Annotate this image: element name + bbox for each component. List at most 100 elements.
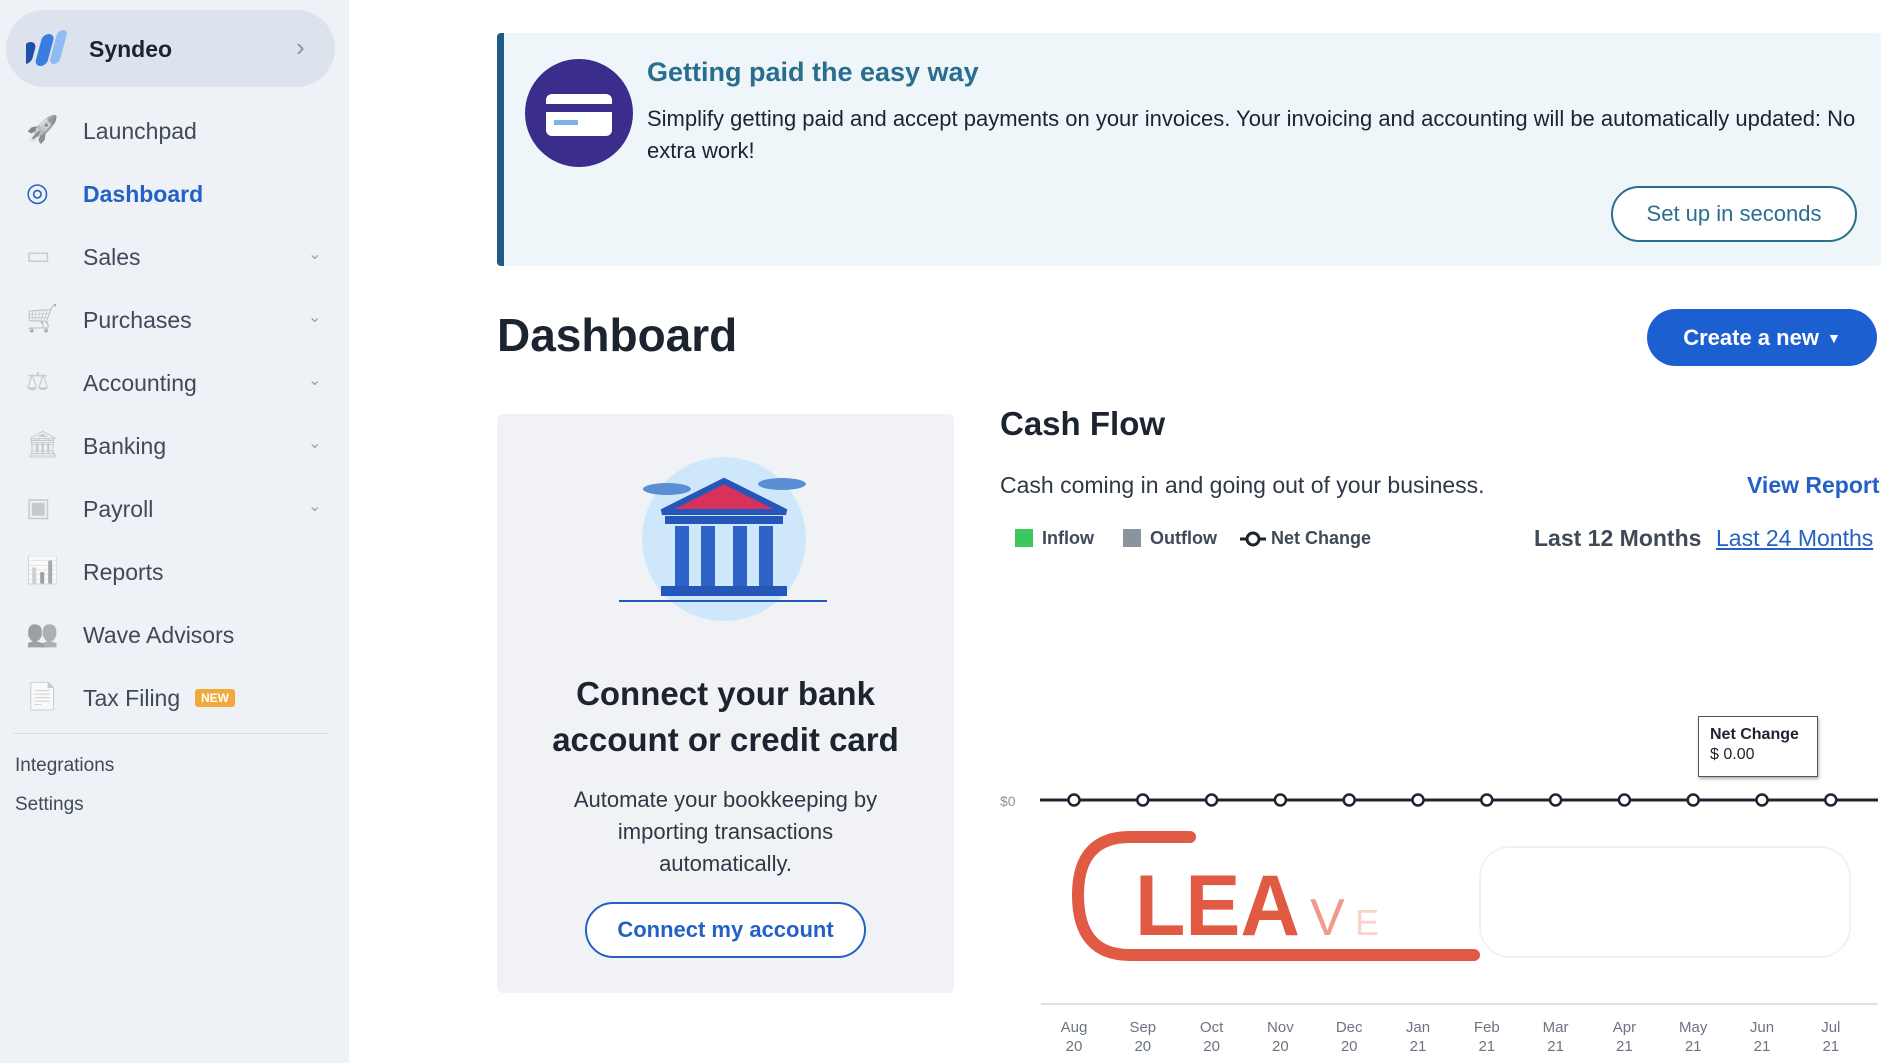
chevron-down-icon: ⌄ — [308, 435, 322, 452]
y-tick-label: $0 — [1000, 793, 1016, 809]
sidebar-link-settings[interactable]: Settings — [15, 794, 84, 816]
id-card-icon: ▣ — [26, 492, 51, 522]
new-badge: NEW — [195, 689, 235, 707]
sidebar-item-label: Tax Filing — [83, 685, 181, 711]
net-change-legend-icon — [1240, 531, 1266, 547]
sidebar-item-purchases[interactable]: 🛒 Purchases ⌄ — [0, 295, 349, 345]
chevron-down-icon: ⌄ — [308, 372, 322, 389]
x-tick-label: 21 — [1410, 1038, 1427, 1055]
create-new-label: Create a new — [1683, 324, 1819, 350]
leave-overlay-logo: LEA V E — [1071, 831, 1851, 961]
x-tick-label: 20 — [1134, 1038, 1151, 1055]
credit-card-icon: ▭ — [26, 240, 51, 270]
tax-document-icon: 📄 — [26, 681, 59, 711]
rocket-icon: 🚀 — [26, 114, 59, 144]
x-tick-label: Jan — [1406, 1019, 1430, 1036]
business-name: Syndeo — [89, 36, 173, 62]
connect-account-button[interactable]: Connect my account — [585, 902, 866, 958]
cash-flow-title: Cash Flow — [1000, 405, 1166, 442]
net-change-point — [1273, 793, 1288, 807]
sidebar-item-launchpad[interactable]: 🚀 Launchpad — [0, 106, 349, 156]
svg-text:V: V — [1310, 889, 1345, 947]
net-change-point — [1342, 793, 1356, 807]
x-tick-label: 21 — [1822, 1038, 1839, 1055]
bank-illustration-icon — [619, 457, 827, 621]
sidebar-item-payroll[interactable]: ▣ Payroll ⌄ — [0, 484, 349, 534]
chevron-down-icon: ⌄ — [308, 498, 322, 515]
set-up-button[interactable]: Set up in seconds — [1611, 186, 1857, 242]
sidebar-link-integrations[interactable]: Integrations — [15, 755, 114, 777]
x-tick-label: May — [1679, 1019, 1708, 1036]
sidebar-item-label: Launchpad — [83, 118, 197, 144]
sidebar-item-label: Reports — [83, 559, 164, 585]
banner-title: Getting paid the easy way — [647, 57, 979, 87]
x-tick-label: 21 — [1547, 1038, 1564, 1055]
net-change-point — [1686, 793, 1700, 807]
connect-bank-card: Connect your bank account or credit card… — [497, 414, 954, 993]
dashboard-gauge-icon: ◎ — [26, 177, 49, 207]
net-change-point — [1548, 793, 1563, 807]
connect-bank-description: Automate your bookkeeping by importing t… — [573, 787, 878, 876]
legend-net-change[interactable]: Net Change — [1271, 528, 1371, 549]
net-change-point — [1617, 793, 1632, 807]
net-change-point — [1204, 793, 1219, 807]
sidebar-item-reports[interactable]: 📊 Reports — [0, 547, 349, 597]
divider — [14, 733, 328, 734]
wave-logo-icon — [26, 30, 67, 66]
sidebar-item-accounting[interactable]: ⚖ Accounting ⌄ — [0, 358, 349, 408]
x-tick-label: 21 — [1478, 1038, 1495, 1055]
x-tick-label: 21 — [1754, 1038, 1771, 1055]
x-tick-label: Dec — [1336, 1019, 1363, 1036]
x-tick-label: Oct — [1200, 1019, 1224, 1036]
caret-down-icon: ▼ — [1826, 329, 1841, 346]
x-tick-label: 20 — [1203, 1038, 1220, 1055]
sidebar-item-sales[interactable]: ▭ Sales ⌄ — [0, 232, 349, 282]
cart-icon: 🛒 — [26, 303, 59, 333]
net-change-point — [1136, 793, 1150, 807]
connect-bank-title: Connect your bank account or credit card — [552, 675, 899, 758]
credit-card-icon — [525, 59, 633, 167]
legend-inflow[interactable]: Inflow — [1042, 528, 1094, 549]
people-icon: 👥 — [26, 618, 59, 648]
x-tick-label: Sep — [1129, 1019, 1156, 1036]
sidebar-item-label: Dashboard — [83, 181, 204, 207]
create-new-button[interactable]: Create a new ▼ — [1647, 309, 1877, 366]
sidebar-item-label: Payroll — [83, 496, 154, 522]
net-change-point — [1824, 793, 1838, 807]
sidebar: Syndeo › 🚀 Launchpad ◎ Dashboard ▭ Sales ⌄ 🛒 Pur… — [0, 0, 349, 1063]
legend-outflow[interactable]: Outflow — [1150, 528, 1217, 549]
tooltip-label: Net Change — [1710, 726, 1799, 743]
range-last-12-months[interactable]: Last 12 Months — [1534, 525, 1701, 552]
x-tick-label: Apr — [1613, 1019, 1636, 1036]
business-switcher[interactable]: Syndeo › — [6, 10, 335, 87]
promo-banner: Getting paid the easy way Simplify getti… — [497, 33, 1881, 266]
sidebar-item-wave-advisors[interactable]: 👥 Wave Advisors — [0, 610, 349, 660]
range-last-24-months[interactable]: Last 24 Months — [1716, 525, 1873, 552]
bank-icon: 🏛 — [26, 429, 60, 459]
banner-body: Simplify getting paid and accept payment… — [647, 106, 1856, 163]
sidebar-item-banking[interactable]: 🏛 Banking ⌄ — [0, 421, 349, 471]
bar-chart-icon: 📊 — [26, 555, 59, 585]
sidebar-item-tax-filing[interactable]: 📄 Tax Filing NEW — [0, 673, 349, 723]
chevron-down-icon: ⌄ — [308, 309, 322, 326]
x-tick-label: 20 — [1272, 1038, 1289, 1055]
x-tick-label: 21 — [1616, 1038, 1633, 1055]
cash-flow-subtitle: Cash coming in and going out of your bus… — [1000, 472, 1485, 498]
x-tick-label: Mar — [1543, 1019, 1569, 1036]
net-change-point — [1067, 793, 1081, 807]
net-change-point — [1480, 793, 1494, 807]
x-tick-label: Feb — [1474, 1019, 1500, 1036]
sidebar-item-label: Sales — [83, 244, 141, 270]
sidebar-item-label: Wave Advisors — [83, 622, 235, 648]
sidebar-item-dashboard[interactable]: ◎ Dashboard — [0, 169, 349, 219]
x-tick-label: 21 — [1685, 1038, 1702, 1055]
view-report-link[interactable]: View Report — [1747, 472, 1880, 499]
chart-tooltip: Net Change $ 0.00 — [1698, 716, 1818, 777]
sidebar-item-label: Banking — [83, 433, 167, 459]
x-tick-label: Aug — [1061, 1019, 1088, 1036]
x-tick-label: 20 — [1341, 1038, 1358, 1055]
svg-text:LEA: LEA — [1135, 858, 1300, 954]
chevron-down-icon: ⌄ — [308, 246, 322, 263]
net-change-point — [1755, 793, 1769, 807]
tooltip-value: $ 0.00 — [1710, 746, 1755, 763]
